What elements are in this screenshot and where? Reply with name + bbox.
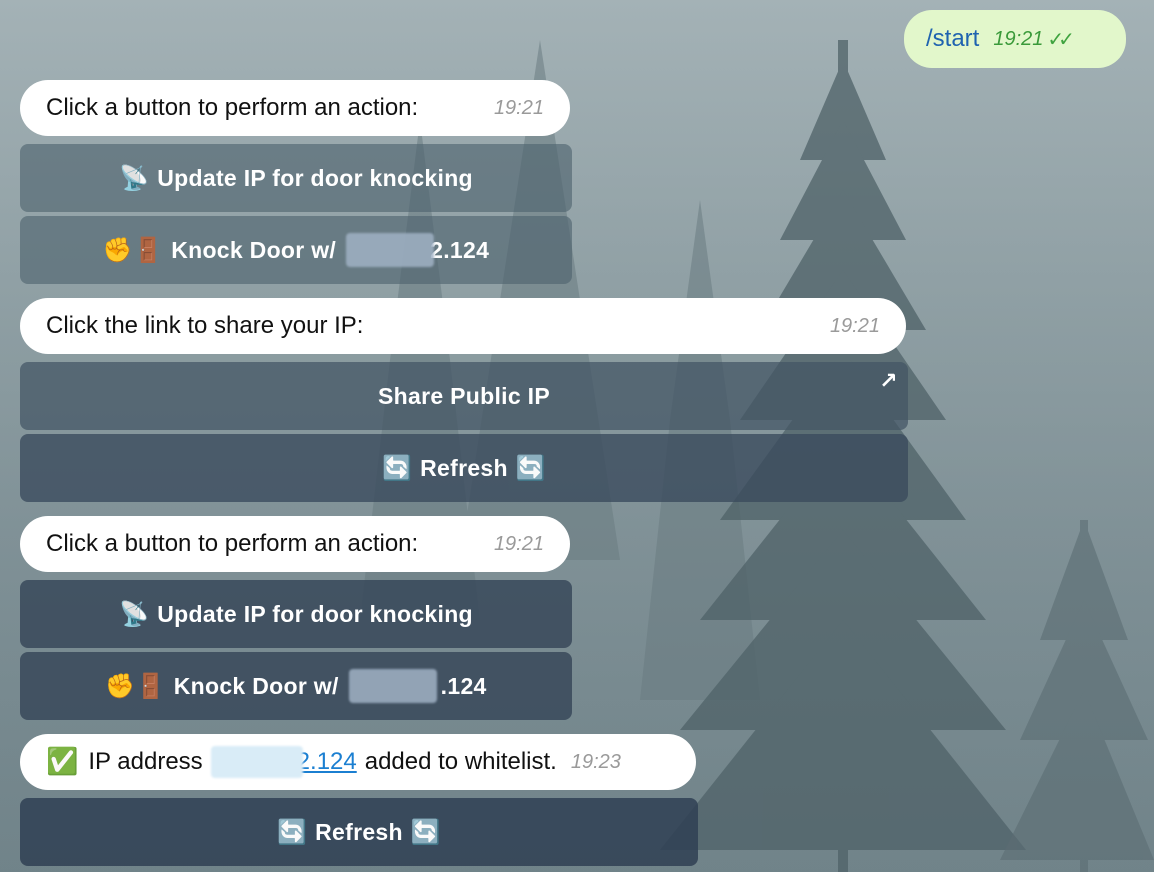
button-label: Update IP for door knocking: [157, 600, 473, 627]
message-time: 19:21: [829, 314, 880, 337]
redacted-ip: [348, 669, 437, 703]
refresh-icon: 🔄: [276, 818, 308, 846]
message-text: Click a button to perform an action:: [46, 530, 419, 557]
button-label: Refresh: [315, 818, 403, 845]
ip-address-link[interactable]: 2.124: [297, 748, 357, 776]
button-label: Share Public IP: [378, 382, 550, 409]
incoming-message-4[interactable]: ✅ IP address 2.124 added to whitelist. 1…: [20, 734, 696, 790]
message-text: Click a button to perform an action:: [46, 94, 419, 121]
message-time: 19:21: [493, 96, 544, 119]
satellite-dish-icon: 📡: [119, 164, 150, 192]
button-label-suffix: 2.124: [430, 236, 490, 263]
fist-door-icon: ✊🚪: [102, 236, 164, 264]
button-label-suffix: .124: [440, 672, 487, 699]
button-label: Refresh: [420, 454, 508, 481]
message-text-suffix: added to whitelist.: [364, 748, 557, 775]
incoming-message-2[interactable]: Click the link to share your IP: 19:21: [20, 298, 906, 354]
share-public-ip-button[interactable]: Share Public IP ↗: [20, 362, 908, 430]
button-label-prefix: Knock Door w/: [173, 672, 339, 699]
refresh-icon: 🔄: [515, 454, 547, 482]
update-ip-button[interactable]: 📡 Update IP for door knocking: [20, 144, 572, 212]
fist-door-icon: ✊🚪: [105, 672, 166, 700]
refresh-button-2[interactable]: 🔄 Refresh 🔄: [20, 798, 698, 866]
external-link-arrow-icon: ↗: [879, 368, 898, 393]
refresh-icon: 🔄: [381, 454, 413, 482]
message-text-prefix: IP address: [88, 748, 203, 775]
satellite-dish-icon: 📡: [119, 600, 150, 628]
button-label: Update IP for door knocking: [157, 164, 473, 191]
message-text: Click the link to share your IP:: [46, 312, 364, 339]
redacted-ip: [346, 233, 435, 267]
message-time: 19:21: [493, 532, 544, 555]
refresh-button-1[interactable]: 🔄 Refresh 🔄: [20, 434, 908, 502]
check-mark-icon: ✅: [46, 747, 79, 777]
button-label-prefix: Knock Door w/: [171, 236, 337, 263]
refresh-icon: 🔄: [410, 818, 442, 846]
knock-door-button-2[interactable]: ✊🚪 Knock Door w/ .124: [20, 652, 572, 720]
update-ip-button-2[interactable]: 📡 Update IP for door knocking: [20, 580, 572, 648]
incoming-message-3[interactable]: Click a button to perform an action: 19:…: [20, 516, 570, 572]
incoming-message-1[interactable]: Click a button to perform an action: 19:…: [20, 80, 570, 136]
double-check-icon: ✓✓: [1047, 28, 1074, 51]
redacted-ip: [210, 746, 303, 778]
knock-door-button[interactable]: ✊🚪 Knock Door w/ 2.124: [20, 216, 572, 284]
message-time: 19:23: [570, 750, 621, 773]
outgoing-message-time: 19:21: [993, 27, 1044, 50]
outgoing-message-text: /start: [926, 25, 980, 52]
outgoing-message-start[interactable]: /start 19:21 ✓✓: [904, 10, 1126, 68]
